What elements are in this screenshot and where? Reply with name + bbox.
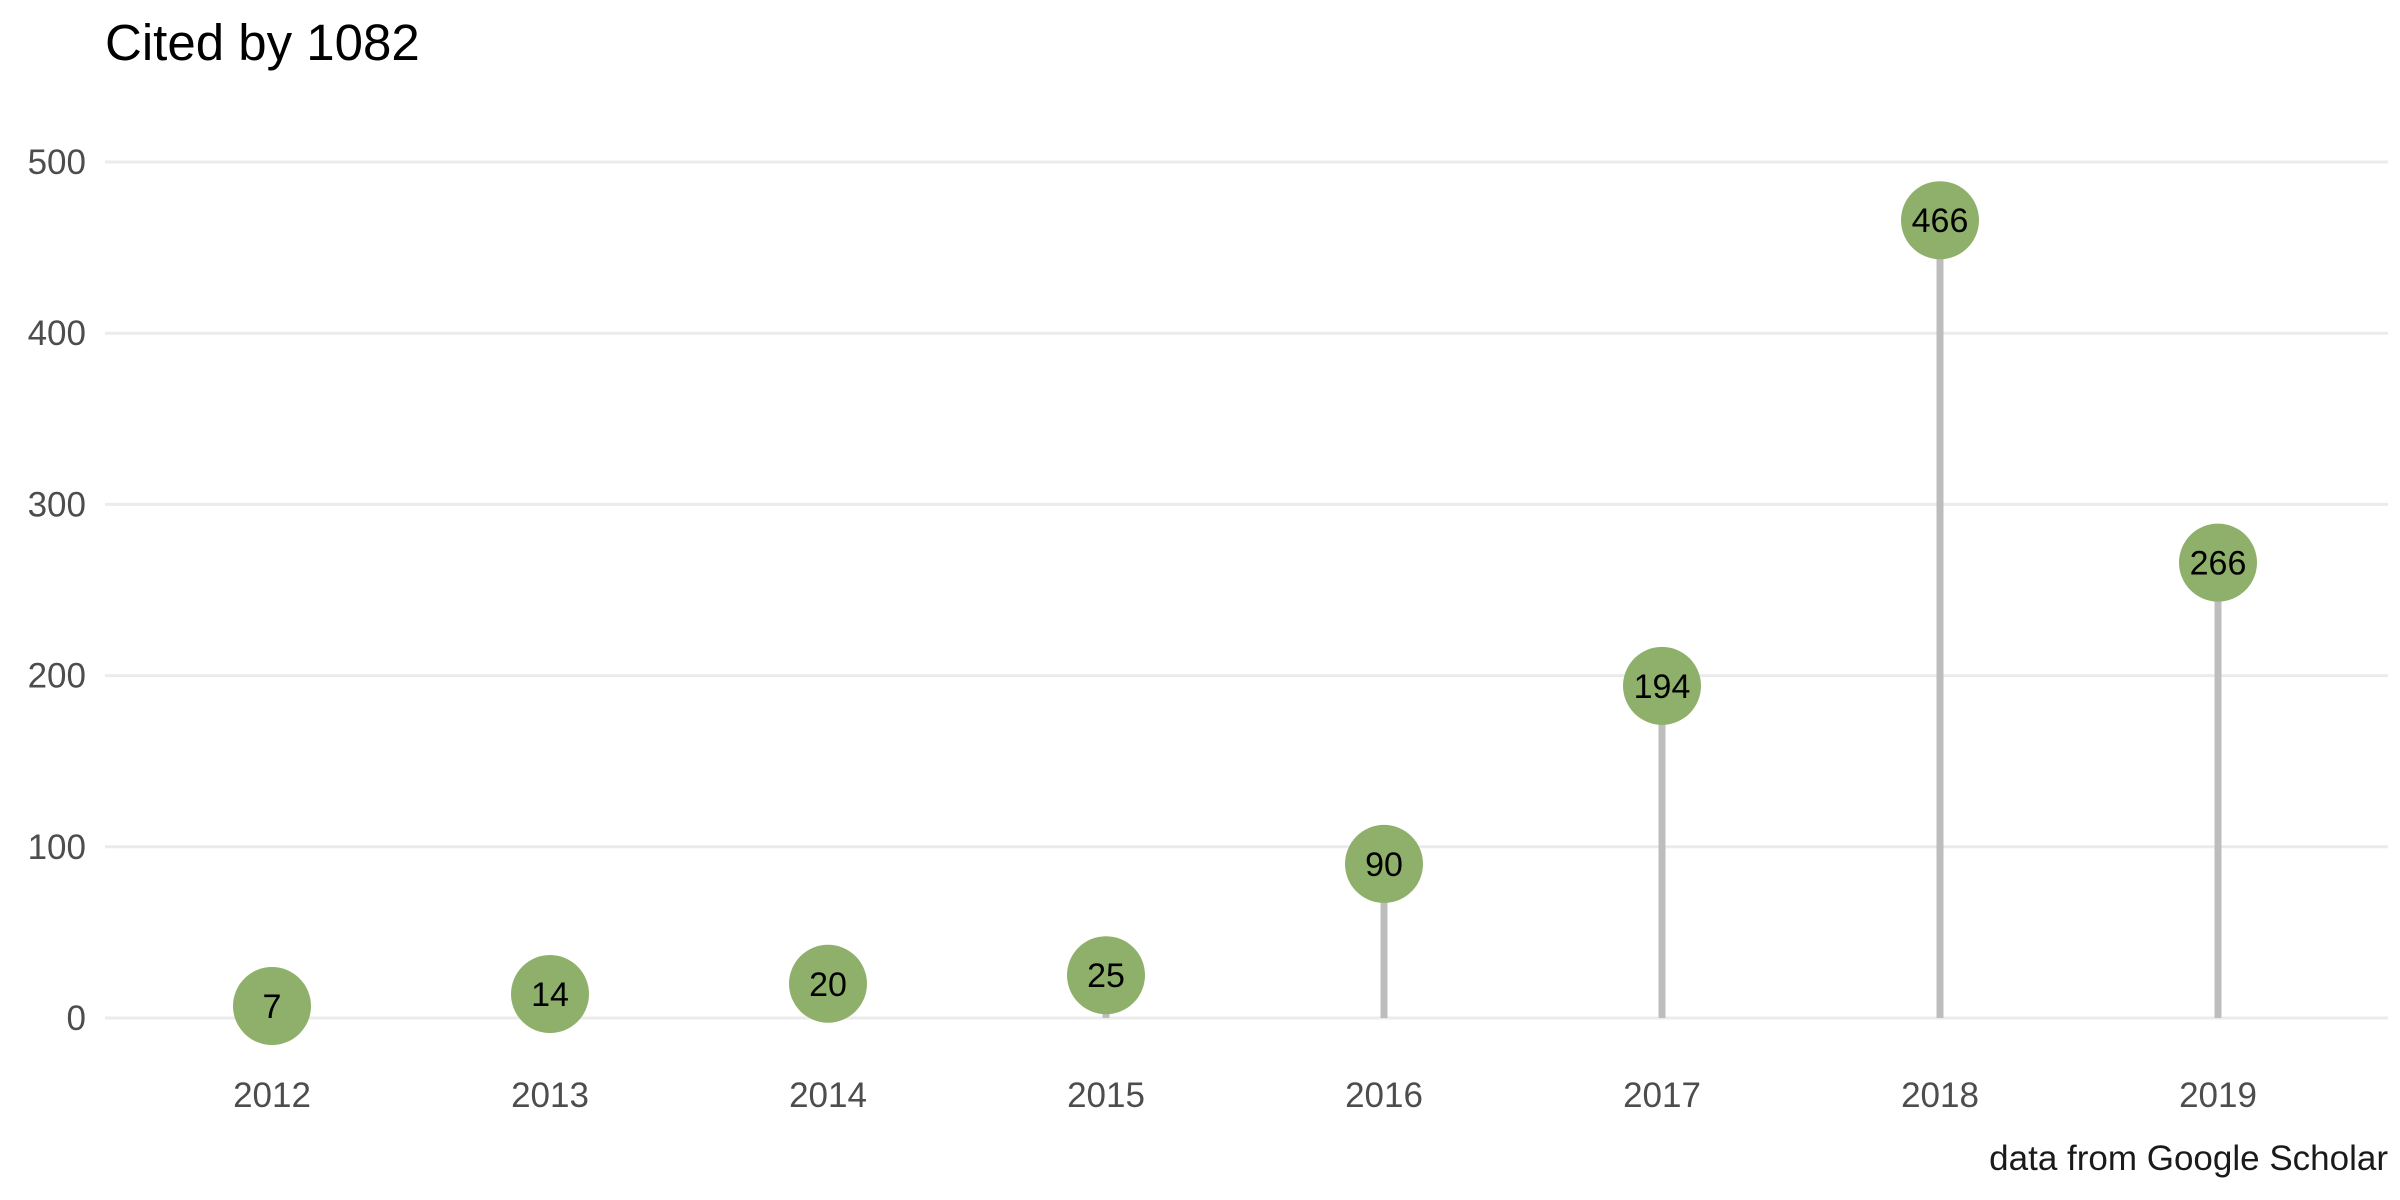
data-label: 7 — [263, 988, 282, 1026]
data-label: 266 — [2190, 545, 2247, 583]
y-tick-label: 100 — [28, 828, 86, 867]
x-tick-label: 2018 — [1901, 1076, 1979, 1115]
x-tick-label: 2015 — [1067, 1076, 1145, 1115]
data-label: 20 — [809, 966, 847, 1004]
y-tick-label: 0 — [67, 999, 86, 1038]
data-label: 194 — [1634, 668, 1691, 706]
x-tick-label: 2014 — [789, 1076, 867, 1115]
y-tick-label: 200 — [28, 657, 86, 696]
chart-background — [0, 0, 2400, 1200]
data-label: 14 — [531, 976, 569, 1014]
y-tick-label: 500 — [28, 143, 86, 182]
data-label: 90 — [1365, 846, 1403, 884]
y-tick-label: 400 — [28, 314, 86, 353]
x-tick-label: 2013 — [511, 1076, 589, 1115]
data-label: 25 — [1087, 957, 1125, 995]
x-tick-label: 2017 — [1623, 1076, 1701, 1115]
x-tick-label: 2016 — [1345, 1076, 1423, 1115]
chart-caption: data from Google Scholar — [1989, 1139, 2388, 1178]
x-tick-label: 2012 — [233, 1076, 311, 1115]
x-tick-label: 2019 — [2179, 1076, 2257, 1115]
data-label: 466 — [1912, 202, 1969, 240]
y-tick-label: 300 — [28, 485, 86, 524]
citation-chart: Cited by 1082 0 100 200 300 400 500 2012 2013 2… — [0, 0, 2400, 1200]
chart-title: Cited by 1082 — [105, 14, 420, 71]
